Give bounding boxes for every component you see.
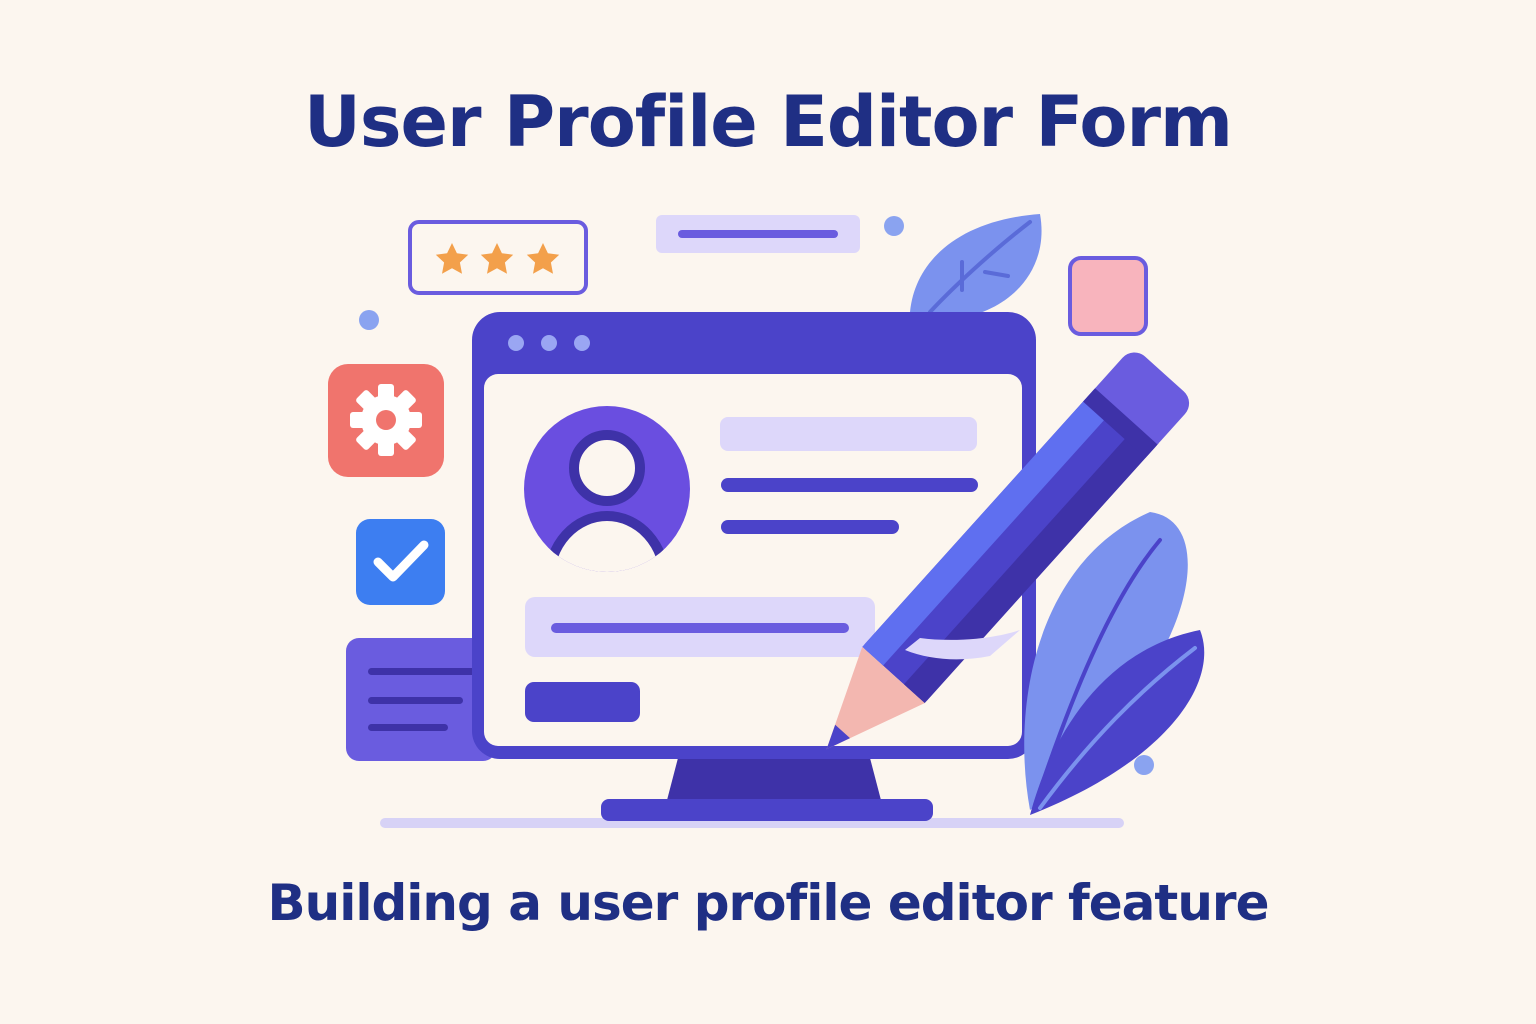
- name-field: [720, 417, 977, 451]
- profile-editor-illustration: [328, 214, 1205, 828]
- decor-dot: [1134, 755, 1154, 775]
- input-field: [525, 597, 875, 657]
- decor-dot: [359, 310, 379, 330]
- text-line: [721, 520, 899, 534]
- decor-dot: [884, 216, 904, 236]
- window-dot: [574, 335, 590, 351]
- save-button-shape: [525, 682, 640, 722]
- window-dot: [508, 335, 524, 351]
- text-line: [721, 478, 978, 492]
- leaf-icon: [910, 214, 1042, 319]
- gear-icon: [350, 384, 422, 456]
- monitor-stand: [601, 758, 933, 821]
- rating-box: [408, 220, 588, 295]
- checkbox-tile: [356, 519, 445, 605]
- pink-square: [1068, 256, 1148, 336]
- window-dot: [541, 335, 557, 351]
- gear-tile: [328, 364, 444, 477]
- page-caption: Building a user profile editor feature: [267, 874, 1270, 932]
- decorative-bar: [656, 215, 860, 253]
